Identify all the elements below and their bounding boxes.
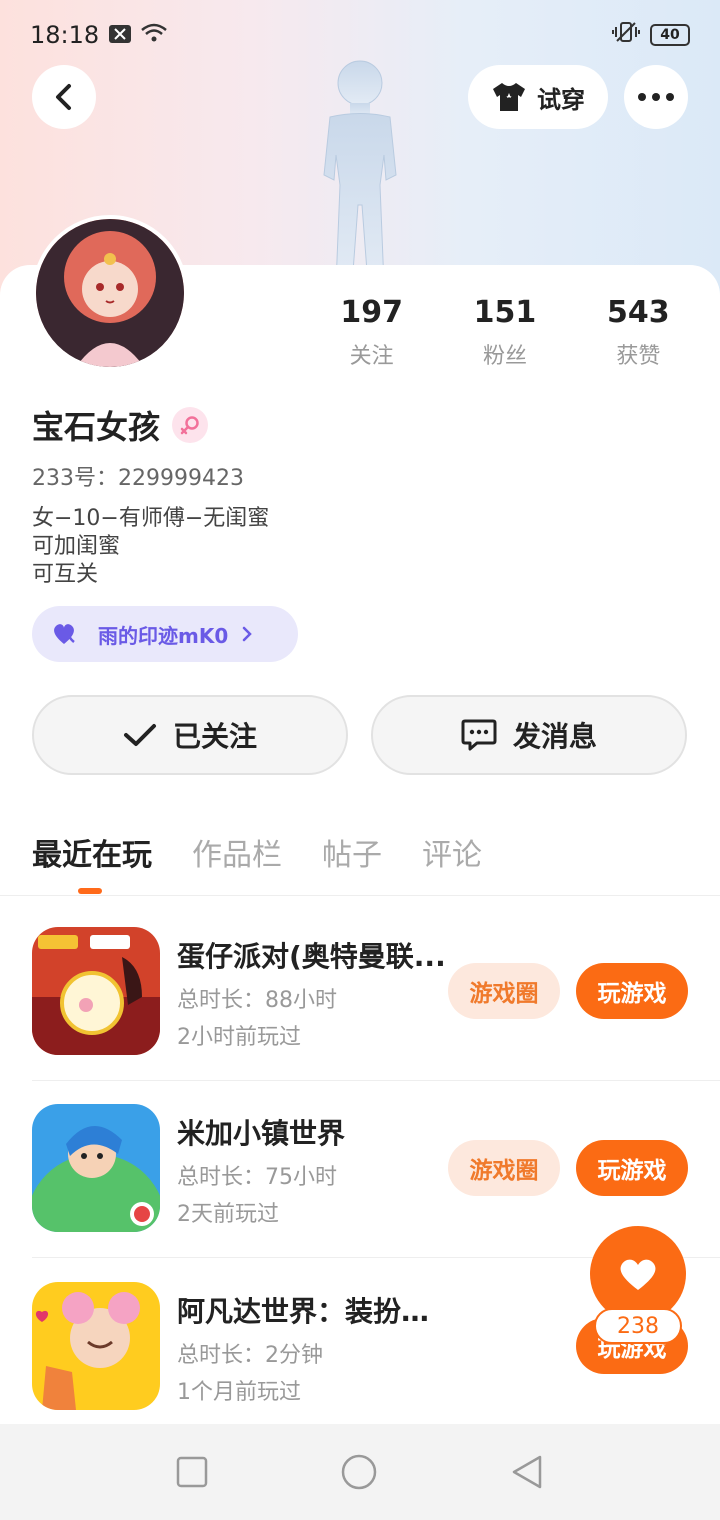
game-title: 米加小镇世界 <box>177 1117 346 1150</box>
bio-line: 可互关 <box>32 562 99 587</box>
avatar-figure-icon <box>323 60 397 285</box>
row-divider <box>32 1080 720 1081</box>
stat-likes[interactable]: 543 获赞 <box>572 295 705 370</box>
stat-value: 543 <box>607 295 670 330</box>
back-nav-icon[interactable] <box>510 1454 544 1490</box>
heart-pair-icon <box>54 624 75 644</box>
battery-indicator: 40 <box>650 24 690 46</box>
tab-recent-games[interactable]: 最近在玩 <box>32 830 152 874</box>
profile-uid: 233号：229999423 <box>32 466 244 491</box>
profile-bio: 女−10−有师傅−无闺蜜 可加闺蜜 可互关 <box>32 505 269 589</box>
chevron-left-icon <box>56 84 71 110</box>
game-duration: 总时长：88小时 <box>177 988 337 1013</box>
bio-line: 可加闺蜜 <box>32 534 121 559</box>
name-row: 宝石女孩 <box>32 402 209 448</box>
play-game-button[interactable]: 玩游戏 <box>576 963 688 1019</box>
game-duration: 总时长：2分钟 <box>177 1343 323 1368</box>
game-last-played: 2天前玩过 <box>177 1202 279 1227</box>
game-icon <box>32 1282 160 1410</box>
try-on-label: 试穿 <box>537 85 585 114</box>
follow-button[interactable]: 已关注 <box>32 695 348 775</box>
tshirt-icon <box>493 83 525 111</box>
relationship-tag-label: 雨的印迹mK0 <box>98 623 229 648</box>
stat-followers[interactable]: 151 粉丝 <box>438 295 571 370</box>
game-duration: 总时长：75小时 <box>177 1165 337 1190</box>
chevron-right-icon <box>243 626 253 642</box>
message-button-label: 发消息 <box>512 720 597 753</box>
check-icon <box>123 724 156 746</box>
game-circle-button[interactable]: 游戏圈 <box>448 963 560 1019</box>
game-title: 阿凡达世界：装扮生活 <box>177 1295 447 1328</box>
heart-icon <box>620 1259 656 1290</box>
stat-value: 197 <box>340 295 403 330</box>
wifi-icon <box>141 21 167 49</box>
tab-works[interactable]: 作品栏 <box>192 830 282 874</box>
game-circle-button[interactable]: 游戏圈 <box>448 1140 560 1196</box>
game-icon <box>32 927 160 1055</box>
status-time: 18:18 <box>30 21 100 49</box>
back-button[interactable] <box>32 65 96 129</box>
profile-name: 宝石女孩 <box>32 408 161 446</box>
message-button[interactable]: 发消息 <box>371 695 687 775</box>
tab-comments[interactable]: 评论 <box>422 830 482 874</box>
play-game-button[interactable]: 玩游戏 <box>576 1140 688 1196</box>
avatar[interactable] <box>32 215 188 371</box>
tabs-divider <box>0 895 720 896</box>
more-icon <box>638 93 674 101</box>
status-bar: 18:18 40 <box>0 0 720 70</box>
game-title: 蛋仔派对(奥特曼联... <box>177 940 446 973</box>
game-last-played: 1个月前玩过 <box>177 1380 301 1405</box>
like-count: 238 <box>594 1308 682 1344</box>
notification-icon <box>109 21 132 49</box>
home-icon[interactable] <box>340 1453 378 1491</box>
active-tab-indicator <box>78 888 102 894</box>
system-nav-bar <box>0 1424 720 1520</box>
try-on-button[interactable]: 试穿 <box>468 65 608 129</box>
stat-label: 粉丝 <box>482 344 527 369</box>
stat-value: 151 <box>473 295 537 330</box>
vibrate-icon <box>612 21 640 49</box>
game-icon <box>32 1104 160 1232</box>
stat-label: 获赞 <box>616 344 661 369</box>
more-options-button[interactable] <box>624 65 688 129</box>
female-icon <box>172 407 209 443</box>
chat-bubble-icon <box>461 719 497 751</box>
recent-apps-icon[interactable] <box>176 1456 208 1488</box>
stat-following[interactable]: 197 关注 <box>305 295 438 370</box>
bio-line: 女−10−有师傅−无闺蜜 <box>32 506 270 531</box>
game-last-played: 2小时前玩过 <box>177 1025 301 1050</box>
relationship-tag[interactable]: 雨的印迹mK0 <box>32 606 298 662</box>
profile-tabs: 最近在玩 作品栏 帖子 评论 <box>32 830 482 874</box>
tab-posts[interactable]: 帖子 <box>322 830 382 874</box>
game-list-item[interactable]: 蛋仔派对(奥特曼联... 总时长：88小时 2小时前玩过 游戏圈 玩游戏 <box>32 927 720 1057</box>
profile-stats: 197 关注 151 粉丝 543 获赞 <box>305 295 705 370</box>
avatar-image-icon <box>36 219 184 367</box>
stat-label: 关注 <box>349 344 394 369</box>
follow-button-label: 已关注 <box>172 720 257 753</box>
game-list-item[interactable]: 米加小镇世界 总时长：75小时 2天前玩过 游戏圈 玩游戏 <box>32 1104 720 1234</box>
